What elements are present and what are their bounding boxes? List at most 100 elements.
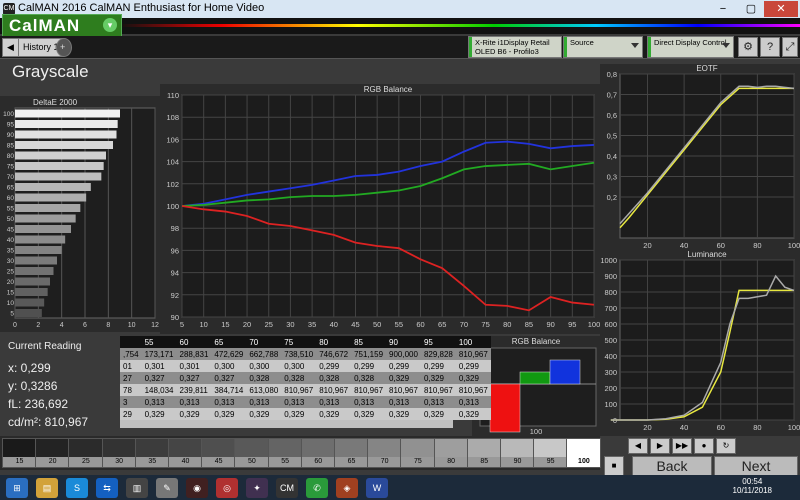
minimize-button[interactable]: − [710, 1, 736, 17]
expand-icon[interactable]: ⤢ [782, 37, 798, 57]
app2-icon[interactable]: ✦ [246, 478, 268, 498]
x-tick-label: 65 [438, 320, 446, 329]
media-icon[interactable]: ◉ [186, 478, 208, 498]
skype-icon[interactable]: S [66, 478, 88, 498]
whatsapp-icon[interactable]: ✆ [306, 478, 328, 498]
swatch-35[interactable]: 35 [134, 438, 170, 468]
swatch-label: 60 [301, 457, 335, 467]
app3-icon[interactable]: ◈ [336, 478, 358, 498]
table-cell: 288,831 [176, 348, 212, 360]
table-cell: 810,967 [455, 348, 491, 360]
maximize-button[interactable]: ▢ [738, 1, 764, 17]
display-control-dropdown[interactable]: Direct Display Control [647, 36, 734, 58]
y-tick-label: 0,8 [607, 70, 617, 79]
meter-dropdown[interactable]: X-Rite i1Display Retail OLED B6 - Profil… [468, 36, 562, 58]
source-dropdown[interactable]: Source [563, 36, 643, 58]
deltae-bar [15, 193, 87, 202]
swatch-label: 100 [567, 457, 601, 467]
table-cell: 0,329 [246, 408, 282, 420]
paint-icon[interactable]: ✎ [156, 478, 178, 498]
swatch-30[interactable]: 30 [101, 438, 137, 468]
clock-time: 00:54 [742, 477, 763, 486]
table-cell: 0,301 [176, 360, 212, 372]
swatch-50[interactable]: 50 [234, 438, 270, 468]
table-cell: 810,967 [281, 384, 317, 396]
next-button[interactable]: Next [714, 456, 798, 476]
chrome-icon[interactable]: ◎ [216, 478, 238, 498]
current-reading-heading: Current Reading [8, 341, 82, 352]
table-cell: 0,329 [316, 408, 352, 420]
rgb-balance-chart: RGB Balance 90 92 94 96 98 100 102 104 106 108 110 5… [160, 84, 600, 334]
y-tick-label: 0,6 [607, 111, 617, 120]
y-tick-label: 106 [166, 135, 179, 144]
y-tick-label: 80 [7, 153, 15, 160]
settings-gear-icon[interactable]: ⚙ [738, 37, 758, 57]
swatch-100[interactable]: 100 [566, 438, 602, 468]
table-row: 01 0,301 0,301 0,300 0,300 0,300 0,299 0,299 0,2… [120, 360, 491, 372]
x-tick-label: 6 [83, 322, 87, 329]
help-icon[interactable]: ? [760, 37, 780, 57]
swatch-label: 75 [401, 457, 435, 467]
play-icon[interactable]: ▶ [650, 438, 670, 454]
explorer-icon[interactable]: ▤ [36, 478, 58, 498]
swatch-40[interactable]: 40 [168, 438, 203, 468]
prev-icon[interactable]: ◀ [628, 438, 648, 454]
x-tick-label: 100 [530, 427, 543, 436]
deltae-bar [15, 225, 71, 233]
table-cell: 0,329 [281, 408, 317, 420]
stop-icon[interactable]: ■ [604, 456, 624, 476]
table-cell: 0,329 [455, 408, 491, 420]
word-icon[interactable]: W [366, 478, 388, 498]
x-tick-label: 5 [180, 320, 184, 329]
y-tick-label: 45 [7, 227, 15, 234]
calman-icon[interactable]: CM [276, 478, 298, 498]
table-cell: 78 [120, 384, 142, 396]
calman-menu-button[interactable]: CalMAN ▾ [2, 14, 122, 38]
teamviewer-icon[interactable]: ⇆ [96, 478, 118, 498]
swatch-65[interactable]: 65 [334, 438, 369, 468]
swatch-70[interactable]: 70 [367, 438, 403, 468]
y-tick-label: 75 [7, 164, 15, 171]
table-cell: 0,300 [211, 360, 247, 372]
swatch-45[interactable]: 45 [201, 438, 237, 468]
swatch-75[interactable]: 75 [400, 438, 436, 468]
skip-icon[interactable]: ▶▶ [672, 438, 692, 454]
swatch-90[interactable]: 90 [500, 438, 535, 468]
deltae-bar [15, 162, 104, 170]
swatch-55[interactable]: 55 [267, 438, 303, 468]
table-cell: 900,000 [386, 348, 421, 360]
x-tick-label: 95 [568, 320, 576, 329]
table-cell: 613,080 [246, 384, 282, 396]
app-icon[interactable]: ▥ [126, 478, 148, 498]
meter-profile: OLED B6 - Profilo3 [475, 47, 539, 56]
repeat-icon[interactable]: ↻ [716, 438, 736, 454]
table-cell: 810,967 [386, 384, 421, 396]
deltae-chart: DeltaE 2000 0 2 4 6 8 10 12 5 10 15 20 25 30 35 40 45 50 5… [0, 96, 160, 332]
x-tick-label: 55 [395, 320, 403, 329]
swatch-25[interactable]: 25 [68, 438, 104, 468]
table-cell: 0,313 [141, 396, 177, 408]
table-row: 3 0,313 0,313 0,313 0,313 0,313 0,313 0,313 0,31… [120, 396, 491, 408]
x-tick-label: 40 [330, 320, 338, 329]
table-header-row: 55 60 65 70 75 80 85 90 95 100 [120, 336, 491, 348]
close-button[interactable]: ✕ [764, 1, 798, 17]
swatch-60[interactable]: 60 [300, 438, 336, 468]
swatch-80[interactable]: 80 [433, 438, 469, 468]
table-cell: 0,299 [386, 360, 421, 372]
table-cell: 01 [120, 360, 142, 372]
table-header-cell: 70 [246, 336, 282, 348]
swatch-label: 40 [169, 457, 202, 467]
y-tick-label: 102 [166, 180, 179, 189]
y-tick-label: 70 [7, 174, 15, 181]
start-icon[interactable]: ⊞ [6, 478, 28, 498]
swatch-95[interactable]: 95 [533, 438, 569, 468]
table-cell: 148,034 [141, 384, 177, 396]
swatch-85[interactable]: 85 [466, 438, 502, 468]
x-tick-label: 10 [200, 320, 208, 329]
swatch-15[interactable]: 15 [2, 438, 37, 468]
swatch-20[interactable]: 20 [35, 438, 71, 468]
x-tick-label: 20 [643, 241, 651, 250]
back-button[interactable]: Back [632, 456, 712, 476]
add-tab-button[interactable]: + [56, 38, 72, 57]
record-icon[interactable]: ● [694, 438, 714, 454]
